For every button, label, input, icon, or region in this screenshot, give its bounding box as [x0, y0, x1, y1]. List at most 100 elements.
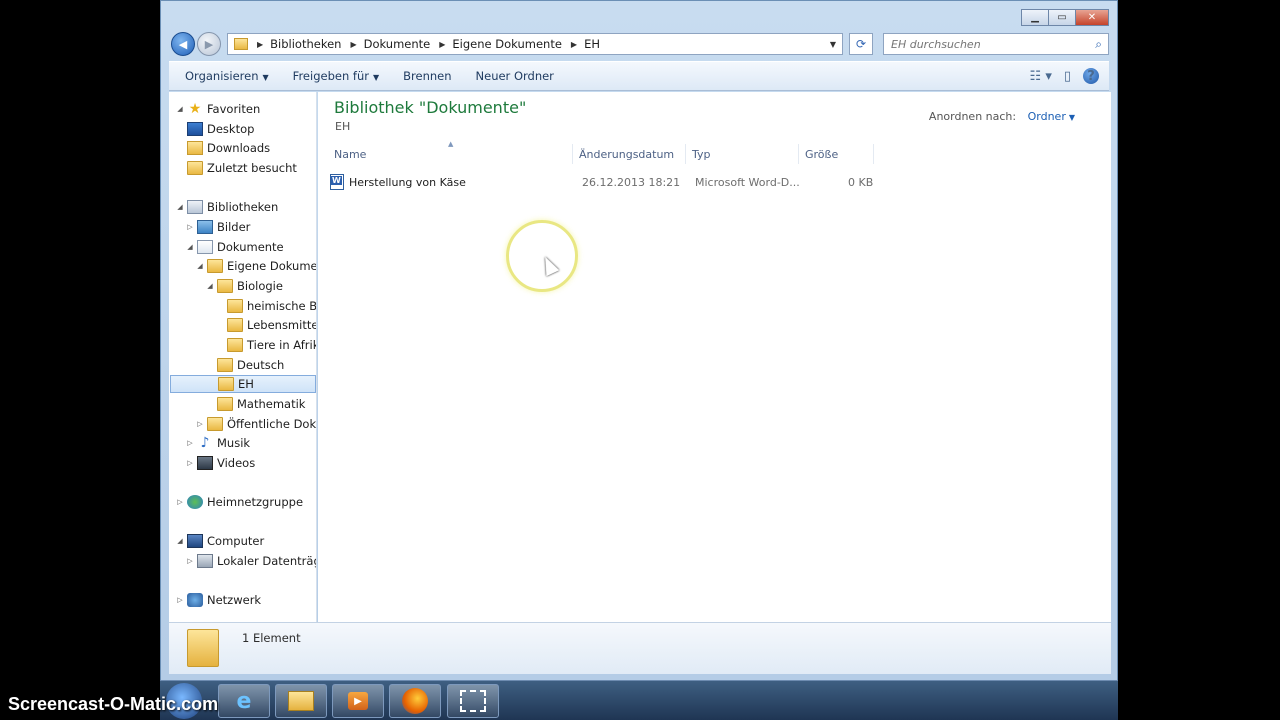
back-button[interactable]: ◀	[171, 32, 195, 56]
folder-icon	[218, 377, 234, 391]
tree-heimische-baeume[interactable]: heimische Bäume	[225, 297, 317, 315]
tree-label: Lokaler Datenträger	[217, 554, 316, 568]
folder-icon	[227, 338, 243, 352]
collapsed-arrow-icon[interactable]: ▷	[175, 596, 185, 604]
help-icon[interactable]: ?	[1083, 68, 1099, 84]
tree-musik[interactable]: ▷ ♪ Musik	[185, 434, 250, 452]
tree-dokumente[interactable]: ◢ Dokumente	[185, 238, 284, 256]
tree-lebensmittel[interactable]: Lebensmittel	[225, 316, 317, 334]
burn-button[interactable]: Brennen	[395, 69, 459, 83]
collapsed-arrow-icon[interactable]: ▷	[175, 498, 185, 506]
tree-netzwerk[interactable]: ▷ Netzwerk	[175, 591, 261, 609]
folder-icon	[207, 259, 223, 273]
tree-label: Zuletzt besucht	[207, 161, 297, 175]
refresh-button[interactable]: ⟳	[849, 33, 873, 55]
maximize-button[interactable]: ▭	[1048, 9, 1076, 26]
breadcrumb-root[interactable]: ▶	[248, 40, 270, 49]
tree-label: Netzwerk	[207, 593, 262, 607]
arrange-by: Anordnen nach: Ordner ▼	[929, 110, 1075, 123]
file-row[interactable]: Herstellung von Käse 26.12.2013 18:21 Mi…	[330, 172, 873, 192]
tree-label: Lebensmittel	[247, 318, 317, 332]
libraries-icon	[187, 200, 203, 214]
organize-button[interactable]: Organisieren ▼	[177, 69, 277, 83]
expanded-arrow-icon[interactable]: ◢	[175, 537, 185, 545]
tree-mathematik[interactable]: Mathematik	[215, 395, 305, 413]
close-button[interactable]: ✕	[1075, 9, 1109, 26]
tree-label: Computer	[207, 534, 265, 548]
folder-icon	[217, 279, 233, 293]
recent-places-icon	[187, 161, 203, 175]
word-document-icon	[330, 174, 344, 190]
local-disk-icon	[197, 554, 213, 568]
collapsed-arrow-icon[interactable]: ▷	[195, 420, 205, 428]
column-header-name[interactable]: Name	[328, 144, 573, 164]
tree-deutsch[interactable]: Deutsch	[215, 356, 284, 374]
taskbar-firefox[interactable]	[389, 684, 441, 718]
firefox-icon	[402, 688, 428, 714]
tree-heimnetzgruppe[interactable]: ▷ Heimnetzgruppe	[175, 493, 303, 511]
collapsed-arrow-icon[interactable]: ▷	[185, 439, 195, 447]
tree-biologie[interactable]: ◢ Biologie	[205, 277, 283, 295]
tree-label: Videos	[217, 456, 256, 470]
tree-videos[interactable]: ▷ Videos	[185, 454, 255, 472]
tree-zuletzt-besucht[interactable]: Zuletzt besucht	[185, 159, 297, 177]
tree-tiere-in-afrika[interactable]: Tiere in Afrika	[225, 336, 316, 354]
search-icon[interactable]: ⌕	[1095, 37, 1102, 52]
change-view-icon[interactable]: ☷ ▾	[1030, 69, 1052, 84]
folder-icon	[217, 397, 233, 411]
expanded-arrow-icon[interactable]: ◢	[205, 282, 215, 290]
forward-button[interactable]: ▶	[197, 32, 221, 56]
share-with-button[interactable]: Freigeben für ▼	[285, 69, 387, 83]
tree-bilder[interactable]: ▷ Bilder	[185, 218, 250, 236]
column-header-date[interactable]: Änderungsdatum	[573, 144, 686, 164]
breadcrumb-eigene-dokumente[interactable]: Eigene Dokumente ▶	[452, 37, 584, 51]
taskbar: e ▶	[160, 680, 1118, 720]
view-controls: ☷ ▾ ▯ ?	[1018, 68, 1099, 84]
taskbar-snipping-tool[interactable]	[447, 684, 499, 718]
folder-icon	[207, 417, 223, 431]
tree-desktop[interactable]: Desktop	[185, 120, 254, 138]
collapsed-arrow-icon[interactable]: ▷	[185, 459, 195, 467]
tree-eigene-dokumente[interactable]: ◢ Eigene Dokumente	[195, 257, 316, 275]
tree-favoriten[interactable]: ◢ ★ Favoriten	[175, 100, 260, 118]
collapsed-arrow-icon[interactable]: ▷	[185, 223, 195, 231]
collapsed-arrow-icon[interactable]: ▷	[185, 557, 195, 565]
chevron-down-icon[interactable]: ▼	[1069, 113, 1075, 122]
address-bar[interactable]: ▶ Bibliotheken ▶ Dokumente ▶ Eigene Dokume…	[227, 33, 843, 55]
file-date: 26.12.2013 18:21	[582, 175, 681, 189]
tree-label: heimische Bäume	[247, 299, 317, 313]
address-dropdown-icon[interactable]: ▼	[830, 40, 836, 49]
taskbar-media-player[interactable]: ▶	[332, 684, 384, 718]
tree-lokaler-datentraeger[interactable]: ▷ Lokaler Datenträger	[185, 552, 316, 570]
tree-downloads[interactable]: Downloads	[185, 139, 270, 157]
tree-computer[interactable]: ◢ Computer	[175, 532, 264, 550]
tree-eh[interactable]: EH	[170, 375, 316, 393]
taskbar-internet-explorer[interactable]: e	[218, 684, 270, 718]
library-title: Bibliothek "Dokumente"	[334, 98, 527, 117]
column-header-type[interactable]: Typ	[686, 144, 799, 164]
snipping-tool-icon	[460, 690, 486, 712]
search-box[interactable]: ⌕	[883, 33, 1109, 55]
expanded-arrow-icon[interactable]: ◢	[185, 243, 195, 251]
windows-explorer-icon	[288, 691, 314, 711]
new-folder-button[interactable]: Neuer Ordner	[468, 69, 562, 83]
tree-bibliotheken[interactable]: ◢ Bibliotheken	[175, 198, 278, 216]
breadcrumb-dokumente[interactable]: Dokumente ▶	[364, 37, 453, 51]
breadcrumb-eh[interactable]: EH	[584, 37, 600, 51]
file-list-pane: Bibliothek "Dokumente" EH Anordnen nach:…	[318, 92, 1111, 622]
expanded-arrow-icon[interactable]: ◢	[195, 262, 205, 270]
column-header-size[interactable]: Größe	[799, 144, 874, 164]
taskbar-windows-explorer[interactable]	[275, 684, 327, 718]
desktop-icon	[187, 122, 203, 136]
search-input[interactable]	[884, 34, 1074, 54]
preview-pane-icon[interactable]: ▯	[1064, 69, 1071, 84]
minimize-button[interactable]: ▁	[1021, 9, 1049, 26]
tree-oeffentliche-dokumente[interactable]: ▷ Öffentliche Dokumente	[195, 415, 316, 433]
explorer-window: ▁ ▭ ✕ ◀ ▶ ▶ Bibliotheken ▶ Dokumente ▶ Eig…	[160, 0, 1118, 685]
expanded-arrow-icon[interactable]: ◢	[175, 203, 185, 211]
tree-label: Bilder	[217, 220, 251, 234]
breadcrumb-bibliotheken[interactable]: Bibliotheken ▶	[270, 37, 363, 51]
documents-icon	[197, 240, 213, 254]
expanded-arrow-icon[interactable]: ◢	[175, 105, 185, 113]
arrange-dropdown[interactable]: Ordner	[1028, 110, 1066, 123]
